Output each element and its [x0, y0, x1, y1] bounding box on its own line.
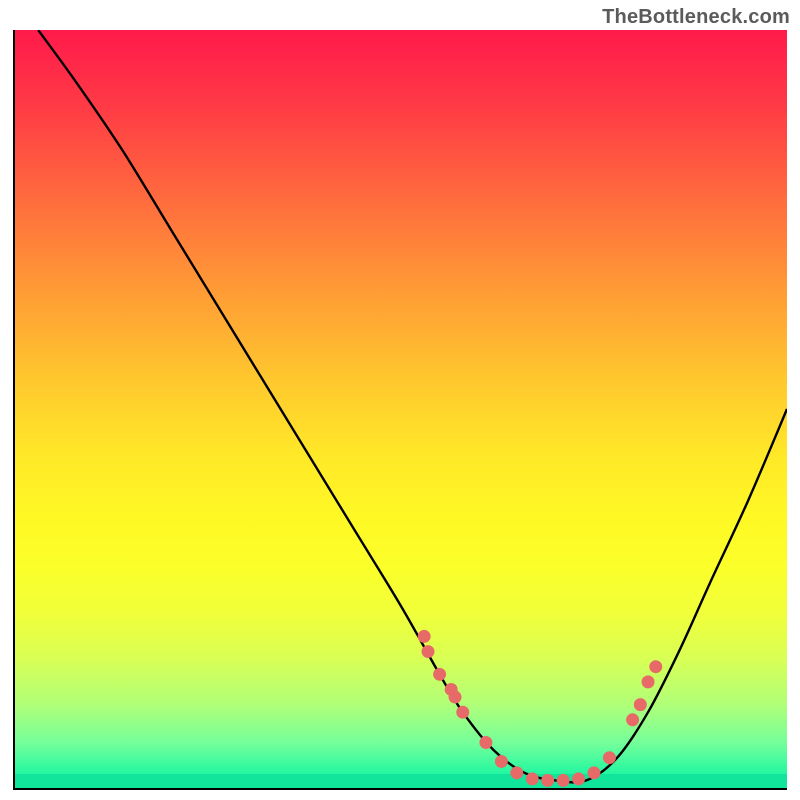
chart-container: TheBottleneck.com: [0, 0, 800, 800]
highlight-dot: [495, 755, 508, 768]
chart-svg: [15, 30, 787, 788]
highlight-dot: [510, 766, 523, 779]
highlight-dot: [649, 660, 662, 673]
plot-area: [13, 30, 787, 790]
highlight-dot: [479, 736, 492, 749]
highlight-dot: [433, 668, 446, 681]
highlight-dot: [572, 772, 585, 785]
highlight-dot: [456, 706, 469, 719]
bottleneck-curve: [38, 30, 787, 782]
highlight-dot: [418, 630, 431, 643]
highlight-dot: [422, 645, 435, 658]
highlight-dot: [541, 774, 554, 787]
watermark-text: TheBottleneck.com: [602, 6, 790, 29]
highlight-dot: [626, 713, 639, 726]
highlight-dot: [526, 772, 539, 785]
highlight-dot: [634, 698, 647, 711]
highlight-dot: [642, 675, 655, 688]
highlight-dot: [603, 751, 616, 764]
highlight-dot: [588, 766, 601, 779]
highlight-dot: [449, 691, 462, 704]
highlight-dot: [557, 774, 570, 787]
